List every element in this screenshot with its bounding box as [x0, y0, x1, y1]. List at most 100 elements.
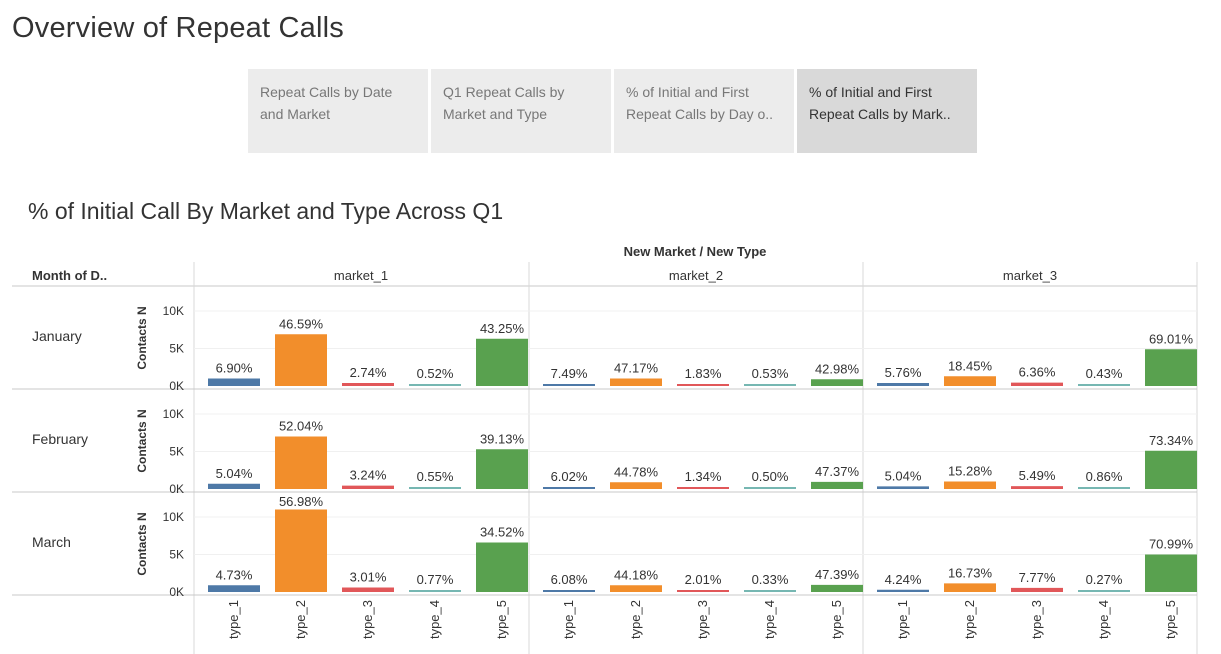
- data-label-february-market_2-type_5: 47.37%: [815, 464, 860, 479]
- bar-february-market_3-type_1: [877, 486, 929, 489]
- bar-january-market_1-type_5: [476, 338, 528, 386]
- data-label-january-market_3-type_1: 5.76%: [885, 365, 922, 380]
- row-header-label: Month of D..: [32, 268, 107, 283]
- y-axis-title: Contacts N: [135, 306, 149, 369]
- data-label-march-market_1-type_2: 56.98%: [279, 494, 324, 509]
- data-label-february-market_3-type_3: 5.49%: [1019, 468, 1056, 483]
- x-tick-label-market_2-type_3: type_3: [695, 600, 710, 639]
- bar-march-market_1-type_2: [275, 509, 327, 592]
- bar-march-market_3-type_3: [1011, 587, 1063, 592]
- data-label-february-market_3-type_4: 0.86%: [1086, 469, 1123, 484]
- data-label-january-market_3-type_4: 0.43%: [1086, 366, 1123, 381]
- data-label-january-market_1-type_3: 2.74%: [350, 365, 387, 380]
- tab-repeat-calls-by-date-and-market[interactable]: Repeat Calls by Date and Market: [248, 69, 428, 153]
- data-label-march-market_1-type_3: 3.01%: [350, 570, 387, 585]
- tab-initial-first-repeat-by-market[interactable]: % of Initial and First Repeat Calls by M…: [797, 69, 977, 153]
- bar-march-market_1-type_5: [476, 542, 528, 592]
- market-header-market_3: market_3: [1003, 268, 1057, 283]
- bar-january-market_1-type_3: [342, 383, 394, 386]
- bar-february-market_3-type_3: [1011, 486, 1063, 489]
- bar-march-market_3-type_2: [944, 583, 996, 592]
- data-label-january-market_2-type_4: 0.53%: [752, 366, 789, 381]
- x-tick-label-market_1-type_4: type_4: [427, 600, 442, 639]
- y-axis-title: Contacts N: [135, 409, 149, 472]
- y-tick-label: 10K: [163, 407, 184, 421]
- data-label-february-market_1-type_5: 39.13%: [480, 431, 525, 446]
- bar-january-market_2-type_3: [677, 384, 729, 386]
- bar-february-market_2-type_4: [744, 487, 796, 489]
- x-tick-label-market_2-type_4: type_4: [762, 600, 777, 639]
- chart-area: New Market / New Type Month of D.. market_…: [0, 238, 1221, 654]
- data-label-march-market_3-type_5: 70.99%: [1149, 537, 1194, 552]
- dashboard-title: Overview of Repeat Calls: [12, 12, 344, 44]
- bar-january-market_3-type_1: [877, 383, 929, 386]
- data-label-february-market_1-type_4: 0.55%: [417, 469, 454, 484]
- data-label-january-market_2-type_5: 42.98%: [815, 361, 860, 376]
- y-tick-label: 0K: [169, 482, 184, 496]
- bar-january-market_3-type_5: [1145, 349, 1197, 386]
- x-tick-label-market_3-type_4: type_4: [1096, 600, 1111, 639]
- bar-february-market_2-type_3: [677, 487, 729, 489]
- bar-march-market_3-type_4: [1078, 590, 1130, 592]
- x-tick-label-market_2-type_2: type_2: [628, 600, 643, 639]
- row-label-march: March: [32, 534, 71, 550]
- row-label-january: January: [32, 328, 82, 344]
- data-label-march-market_2-type_3: 2.01%: [685, 572, 722, 587]
- bar-march-market_2-type_5: [811, 584, 863, 592]
- data-label-march-market_3-type_4: 0.27%: [1086, 572, 1123, 587]
- x-tick-label-market_1-type_5: type_5: [494, 600, 509, 639]
- data-label-february-market_1-type_3: 3.24%: [350, 468, 387, 483]
- data-label-february-market_2-type_3: 1.34%: [685, 469, 722, 484]
- bar-january-market_2-type_5: [811, 379, 863, 386]
- bar-february-market_2-type_1: [543, 487, 595, 489]
- bar-january-market_2-type_4: [744, 384, 796, 386]
- bar-january-market_3-type_3: [1011, 382, 1063, 386]
- x-tick-label-market_2-type_5: type_5: [829, 600, 844, 639]
- data-label-march-market_2-type_2: 44.18%: [614, 567, 659, 582]
- bar-march-market_2-type_1: [543, 590, 595, 592]
- data-label-february-market_1-type_2: 52.04%: [279, 419, 324, 434]
- data-label-january-market_1-type_4: 0.52%: [417, 366, 454, 381]
- bar-january-market_3-type_2: [944, 376, 996, 386]
- y-axis-title: Contacts N: [135, 512, 149, 575]
- y-tick-label: 0K: [169, 379, 184, 393]
- tab-q1-repeat-calls-by-market-and-type[interactable]: Q1 Repeat Calls by Market and Type: [431, 69, 611, 153]
- data-label-march-market_2-type_1: 6.08%: [551, 572, 588, 587]
- data-label-january-market_1-type_5: 43.25%: [480, 321, 525, 336]
- data-label-february-market_1-type_1: 5.04%: [216, 466, 253, 481]
- y-tick-label: 10K: [163, 304, 184, 318]
- data-label-march-market_3-type_3: 7.77%: [1019, 570, 1056, 585]
- data-label-january-market_1-type_2: 46.59%: [279, 316, 324, 331]
- bar-march-market_3-type_1: [877, 589, 929, 592]
- data-label-january-market_3-type_5: 69.01%: [1149, 331, 1194, 346]
- bar-january-market_1-type_1: [208, 378, 260, 386]
- trellis-bar-chart: New Market / New Type Month of D.. market_…: [12, 244, 1198, 654]
- x-tick-label-market_3-type_5: type_5: [1163, 600, 1178, 639]
- x-tick-label-market_3-type_2: type_2: [962, 600, 977, 639]
- bar-march-market_2-type_2: [610, 585, 662, 592]
- data-label-february-market_2-type_1: 6.02%: [551, 469, 588, 484]
- bar-january-market_1-type_4: [409, 384, 461, 386]
- y-tick-label: 5K: [169, 548, 184, 562]
- bar-february-market_1-type_1: [208, 483, 260, 489]
- bar-march-market_1-type_3: [342, 587, 394, 592]
- data-label-january-market_2-type_3: 1.83%: [685, 366, 722, 381]
- bar-january-market_3-type_4: [1078, 384, 1130, 386]
- data-label-march-market_3-type_2: 16.73%: [948, 565, 993, 580]
- chart-title: % of Initial Call By Market and Type Acr…: [28, 198, 504, 224]
- x-tick-label-market_2-type_1: type_1: [561, 600, 576, 639]
- tab-initial-first-repeat-by-day[interactable]: % of Initial and First Repeat Calls by D…: [614, 69, 794, 153]
- bar-march-market_1-type_1: [208, 585, 260, 592]
- bar-march-market_1-type_4: [409, 590, 461, 592]
- y-tick-label: 5K: [169, 342, 184, 356]
- bar-february-market_3-type_4: [1078, 487, 1130, 489]
- data-label-march-market_1-type_4: 0.77%: [417, 572, 454, 587]
- data-label-february-market_2-type_2: 44.78%: [614, 464, 659, 479]
- x-tick-label-market_1-type_2: type_2: [293, 600, 308, 639]
- market-header-market_2: market_2: [669, 268, 723, 283]
- x-tick-label-market_3-type_3: type_3: [1029, 600, 1044, 639]
- column-header-label: New Market / New Type: [624, 244, 767, 259]
- data-label-march-market_3-type_1: 4.24%: [885, 572, 922, 587]
- data-label-january-market_2-type_1: 7.49%: [551, 366, 588, 381]
- data-label-february-market_3-type_2: 15.28%: [948, 464, 993, 479]
